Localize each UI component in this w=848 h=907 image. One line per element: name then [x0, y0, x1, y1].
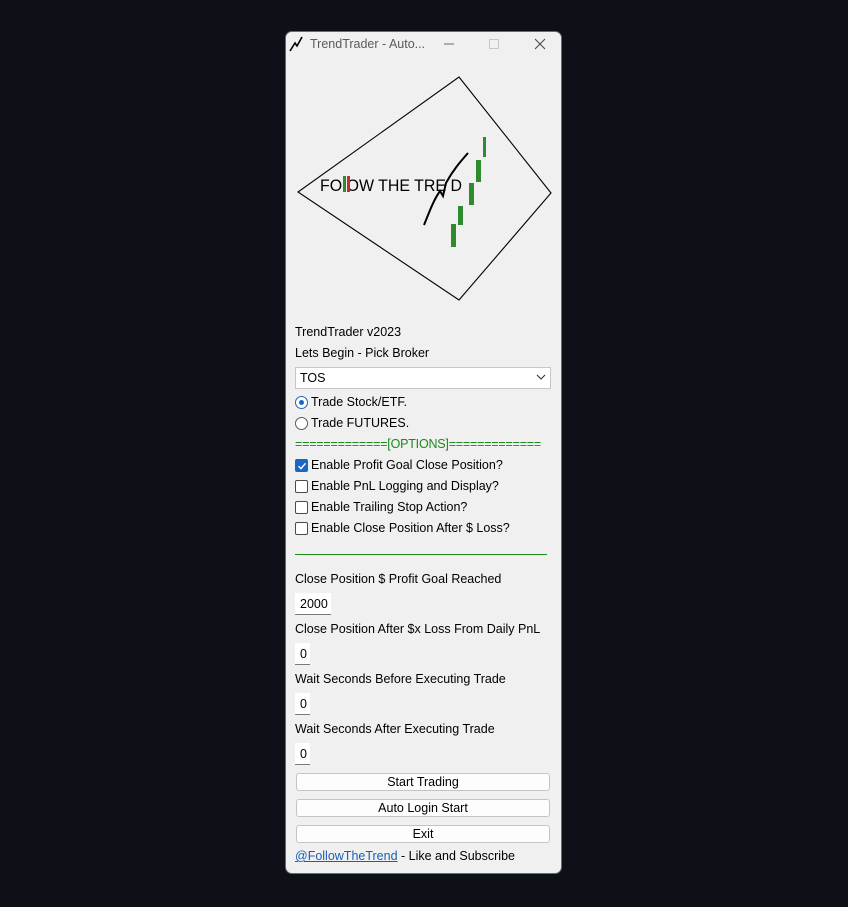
checkbox[interactable] — [295, 480, 308, 493]
wait-after-label: Wait Seconds After Executing Trade — [295, 722, 495, 736]
option-trailing-stop[interactable]: Enable Trailing Stop Action? — [295, 500, 535, 517]
profit-goal-label: Close Position $ Profit Goal Reached — [295, 572, 502, 586]
start-trading-button[interactable]: Start Trading — [296, 773, 550, 791]
app-window: TrendTrader - Auto... FO OW THE TRE D Tr… — [285, 31, 562, 874]
close-icon — [534, 38, 546, 50]
radio-button-selected[interactable] — [295, 396, 308, 409]
trade-futures-label: Trade FUTURES. — [311, 416, 410, 430]
wait-after-input[interactable]: 0 — [295, 743, 310, 765]
checkbox[interactable] — [295, 501, 308, 514]
option-profit-goal-label: Enable Profit Goal Close Position? — [311, 458, 503, 472]
footer: @FollowTheTrend - Like and Subscribe — [295, 849, 515, 863]
trade-stock-label: Trade Stock/ETF. — [311, 395, 408, 409]
broker-prompt: Lets Begin - Pick Broker — [295, 346, 430, 360]
broker-select[interactable]: TOS — [295, 367, 551, 389]
options-divider — [295, 554, 547, 555]
option-trailing-stop-label: Enable Trailing Stop Action? — [311, 500, 468, 514]
wait-before-input[interactable]: 0 — [295, 693, 310, 715]
trade-futures-radio[interactable]: Trade FUTURES. — [295, 416, 495, 433]
profit-goal-input[interactable]: 2000 — [295, 593, 331, 615]
option-pnl-logging[interactable]: Enable PnL Logging and Display? — [295, 479, 535, 496]
wait-before-label: Wait Seconds Before Executing Trade — [295, 672, 506, 686]
auto-login-start-button[interactable]: Auto Login Start — [296, 799, 550, 817]
exit-button[interactable]: Exit — [296, 825, 550, 843]
window-title: TrendTrader - Auto... — [310, 37, 426, 51]
broker-select-value: TOS — [300, 371, 326, 385]
option-close-after-loss-label: Enable Close Position After $ Loss? — [311, 521, 510, 535]
checkbox-checked[interactable] — [295, 459, 308, 472]
minimize-button[interactable] — [426, 32, 472, 58]
trade-stock-radio[interactable]: Trade Stock/ETF. — [295, 395, 495, 412]
follow-the-trend-logo: FO OW THE TRE D — [297, 76, 552, 301]
option-close-after-loss[interactable]: Enable Close Position After $ Loss? — [295, 521, 535, 538]
checkbox[interactable] — [295, 522, 308, 535]
version-label: TrendTrader v2023 — [295, 325, 402, 339]
title-bar[interactable]: TrendTrader - Auto... — [286, 32, 561, 58]
channel-link[interactable]: @FollowTheTrend — [295, 849, 398, 863]
loss-close-input[interactable]: 0 — [295, 643, 310, 665]
trend-app-icon — [289, 36, 303, 52]
radio-button[interactable] — [295, 417, 308, 430]
option-pnl-logging-label: Enable PnL Logging and Display? — [311, 479, 499, 493]
close-button[interactable] — [517, 32, 561, 58]
chevron-down-icon — [536, 374, 546, 380]
option-profit-goal[interactable]: Enable Profit Goal Close Position? — [295, 458, 535, 475]
checkmark-icon — [298, 462, 307, 470]
loss-close-label: Close Position After $x Loss From Daily … — [295, 622, 541, 636]
maximize-icon — [489, 39, 499, 49]
maximize-button[interactable] — [471, 32, 517, 58]
minimize-icon — [444, 43, 454, 45]
footer-text: - Like and Subscribe — [397, 849, 515, 863]
options-header: =============[OPTIONS]============= — [295, 437, 541, 451]
